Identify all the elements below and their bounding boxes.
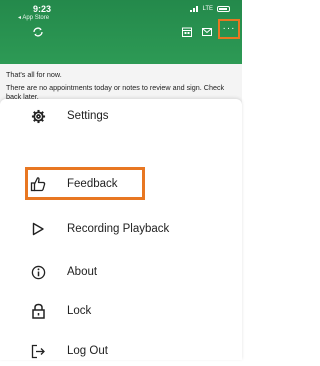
more-icon: ···: [222, 23, 236, 34]
menu-item-label: Recording Playback: [67, 223, 170, 235]
back-to-app-store-link[interactable]: ◂ App Store: [18, 14, 49, 21]
refresh-icon[interactable]: [31, 25, 45, 39]
menu-item-label: Log Out: [67, 345, 108, 357]
status-time: 9:23: [33, 4, 52, 14]
menu-item-about[interactable]: About: [0, 257, 242, 287]
info-icon: [30, 264, 46, 280]
signal-icon: [190, 5, 199, 12]
calendar-icon[interactable]: [180, 25, 194, 39]
menu-item-label: About: [67, 266, 98, 278]
menu-item-label: Settings: [67, 110, 109, 122]
menu-item-log-out[interactable]: Log Out: [0, 336, 242, 366]
message-icon[interactable]: [200, 25, 214, 39]
feedback-highlight-box: [25, 167, 145, 200]
play-icon: [30, 221, 46, 237]
gear-icon: [30, 108, 46, 124]
menu-item-label: Lock: [67, 305, 92, 317]
menu-item-settings[interactable]: Settings: [0, 101, 242, 131]
app-header: 9:23 ◂ App Store LTE ···: [0, 0, 242, 64]
notice-title: That's all for now.: [6, 70, 62, 79]
more-options-button[interactable]: ···: [218, 19, 240, 39]
battery-icon: [217, 5, 230, 12]
logout-icon: [30, 343, 46, 359]
lock-icon: [30, 303, 46, 319]
status-indicators: LTE: [190, 5, 230, 12]
menu-item-lock[interactable]: Lock: [0, 296, 242, 326]
options-menu: Settings Feedback Recording Playback Abo…: [0, 99, 242, 360]
menu-item-recording-playback[interactable]: Recording Playback: [0, 214, 242, 244]
network-label: LTE: [202, 5, 213, 12]
